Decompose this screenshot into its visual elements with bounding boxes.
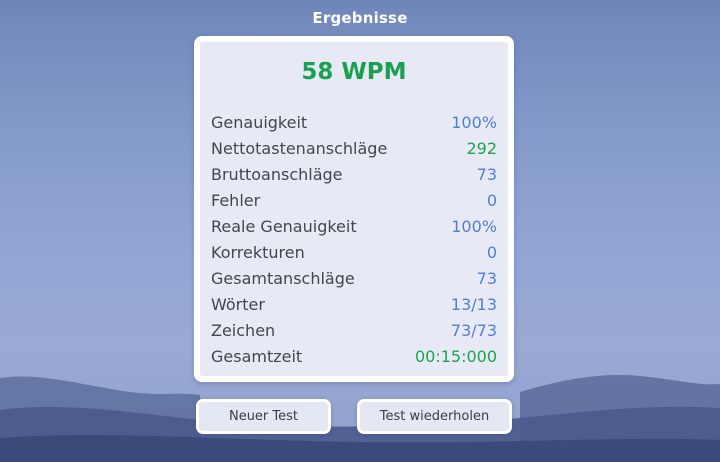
wpm-value: 58 WPM — [301, 59, 407, 85]
new-test-button[interactable]: Neuer Test — [196, 399, 331, 434]
stat-row-zeichen: Zeichen 73/73 — [211, 317, 497, 343]
stat-value: 100% — [451, 112, 497, 132]
stat-row-korrekturen: Korrekturen 0 — [211, 239, 497, 265]
stat-label: Fehler — [211, 190, 261, 210]
stat-label: Gesamtzeit — [211, 346, 303, 366]
stat-row-gesamtzeit: Gesamtzeit 00:15:000 — [211, 343, 497, 369]
stat-row-woerter: Wörter 13/13 — [211, 291, 497, 317]
stat-value: 100% — [451, 216, 497, 236]
stat-label: Bruttoanschläge — [211, 164, 343, 184]
results-panel: 58 WPM Genauigkeit 100% Nettotastenansch… — [200, 42, 508, 376]
stat-label: Zeichen — [211, 320, 276, 340]
stat-row-reale-genauigkeit: Reale Genauigkeit 100% — [211, 213, 497, 239]
stat-row-fehler: Fehler 0 — [211, 187, 497, 213]
stat-value: 292 — [466, 138, 497, 158]
page-title: Ergebnisse — [312, 9, 408, 27]
results-card: 58 WPM Genauigkeit 100% Nettotastenansch… — [194, 36, 514, 382]
stat-label: Genauigkeit — [211, 112, 308, 132]
stat-row-gesamtanschlaege: Gesamtanschläge 73 — [211, 265, 497, 291]
stat-value: 0 — [486, 242, 497, 262]
stat-label: Korrekturen — [211, 242, 305, 262]
stat-value: 0 — [486, 190, 497, 210]
stat-label: Nettotastenanschläge — [211, 138, 388, 158]
stat-row-nettotastenanschlaege: Nettotastenanschläge 292 — [211, 135, 497, 161]
stat-label: Reale Genauigkeit — [211, 216, 357, 236]
stat-value: 00:15:000 — [414, 346, 497, 366]
stat-row-bruttoanschlaege: Bruttoanschläge 73 — [211, 161, 497, 187]
stat-label: Gesamtanschläge — [211, 268, 355, 288]
stats-list: Genauigkeit 100% Nettotastenanschläge 29… — [211, 109, 497, 369]
stat-label: Wörter — [211, 294, 265, 314]
stat-value: 13/13 — [450, 294, 497, 314]
stat-value: 73 — [476, 164, 497, 184]
stat-row-genauigkeit: Genauigkeit 100% — [211, 109, 497, 135]
stat-value: 73/73 — [450, 320, 497, 340]
stat-value: 73 — [476, 268, 497, 288]
repeat-test-button[interactable]: Test wiederholen — [357, 399, 512, 434]
